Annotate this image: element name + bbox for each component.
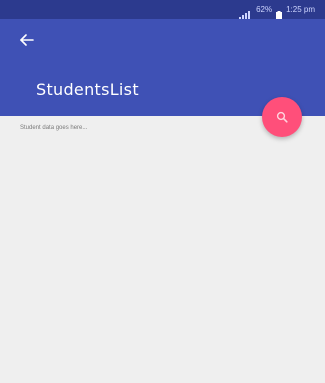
status-time: 1:25 pm [286,4,315,14]
battery-icon [276,5,283,20]
battery-percent: 62% [256,4,273,14]
status-bar: 62% 1:25 pm [0,0,325,20]
search-icon [276,108,288,127]
arrow-back-icon [20,31,34,50]
student-list-content: Student data goes here... [0,116,325,383]
page-title: StudentsList [36,80,139,99]
back-button[interactable] [14,29,40,51]
signal-icon [238,5,252,20]
search-fab-button[interactable] [262,97,302,137]
app-screen: 62% 1:25 pm StudentsList Student data go… [0,0,325,383]
placeholder-text: Student data goes here... [20,125,88,131]
